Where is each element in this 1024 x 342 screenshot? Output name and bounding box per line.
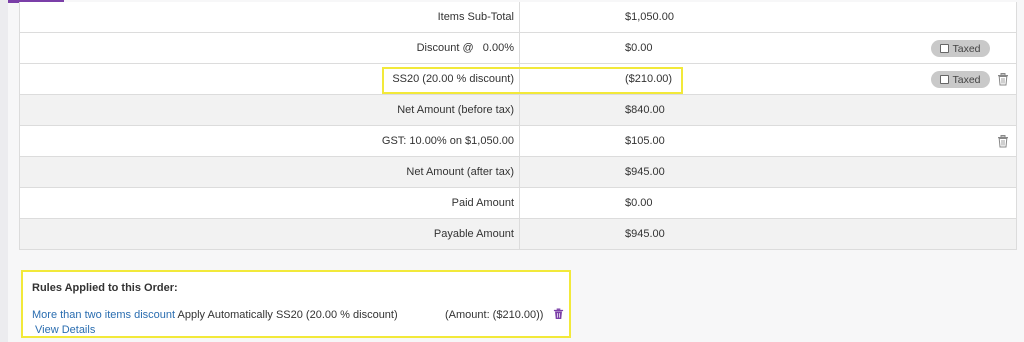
checkbox-icon[interactable] bbox=[940, 75, 950, 84]
column-divider bbox=[519, 188, 520, 218]
row-amount: $105.00 bbox=[625, 135, 665, 147]
rule-amount: (Amount: ($210.00)) bbox=[445, 309, 544, 321]
view-details-link[interactable]: View Details bbox=[35, 324, 95, 336]
row-amount: $945.00 bbox=[625, 228, 665, 240]
row-label: Discount @ 0.00% bbox=[416, 42, 514, 54]
row-label: Payable Amount bbox=[433, 228, 514, 240]
summary-row-gst: GST: 10.00% on $1,050.00 $105.00 bbox=[20, 125, 1016, 156]
trash-icon[interactable] bbox=[553, 308, 564, 320]
row-label: SS20 (20.00 % discount) bbox=[392, 73, 514, 85]
taxed-label: Taxed bbox=[952, 73, 981, 86]
order-summary-table: Items Sub-Total $1,050.00 Discount @ 0.0… bbox=[19, 2, 1017, 250]
column-divider bbox=[519, 219, 520, 249]
summary-row-discount: Discount @ 0.00% $0.00 Taxed bbox=[20, 32, 1016, 63]
rules-applied-panel: Rules Applied to this Order: More than t… bbox=[21, 270, 571, 338]
summary-row-net-after-tax: Net Amount (after tax) $945.00 bbox=[20, 156, 1016, 187]
summary-row-net-before-tax: Net Amount (before tax) $840.00 bbox=[20, 94, 1016, 125]
taxed-label: Taxed bbox=[952, 42, 981, 55]
column-divider bbox=[519, 64, 520, 94]
rule-entry: More than two items discount Apply Autom… bbox=[32, 308, 564, 321]
row-amount: $945.00 bbox=[625, 166, 665, 178]
rule-description: Apply Automatically SS20 (20.00 % discou… bbox=[175, 309, 398, 321]
left-panel-edge bbox=[0, 0, 8, 342]
row-label: Items Sub-Total bbox=[437, 11, 514, 23]
row-label: GST: 10.00% on $1,050.00 bbox=[381, 135, 514, 147]
row-label: Paid Amount bbox=[451, 197, 514, 209]
row-amount: $1,050.00 bbox=[625, 11, 674, 23]
summary-row-paid: Paid Amount $0.00 bbox=[20, 187, 1016, 218]
summary-row-subtotal: Items Sub-Total $1,050.00 bbox=[20, 2, 1016, 32]
row-amount: ($210.00) bbox=[625, 73, 673, 85]
taxed-toggle[interactable]: Taxed bbox=[931, 71, 990, 88]
row-label: Net Amount (after tax) bbox=[406, 166, 514, 178]
row-amount: $0.00 bbox=[625, 42, 653, 54]
taxed-toggle[interactable]: Taxed bbox=[931, 40, 990, 57]
trash-icon[interactable] bbox=[997, 73, 1009, 86]
column-divider bbox=[519, 33, 520, 63]
rule-name-link[interactable]: More than two items discount bbox=[32, 309, 175, 321]
column-divider bbox=[519, 157, 520, 187]
checkbox-icon[interactable] bbox=[940, 44, 950, 53]
row-amount: $840.00 bbox=[625, 104, 665, 116]
row-label: Net Amount (before tax) bbox=[397, 104, 514, 116]
summary-row-payable: Payable Amount $945.00 bbox=[20, 218, 1016, 249]
summary-row-coupon: SS20 (20.00 % discount) ($210.00) Taxed bbox=[20, 63, 1016, 94]
column-divider bbox=[519, 126, 520, 156]
rules-title: Rules Applied to this Order: bbox=[32, 282, 178, 294]
row-amount: $0.00 bbox=[625, 197, 653, 209]
column-divider bbox=[519, 95, 520, 125]
column-divider bbox=[519, 2, 520, 32]
trash-icon[interactable] bbox=[997, 135, 1009, 148]
